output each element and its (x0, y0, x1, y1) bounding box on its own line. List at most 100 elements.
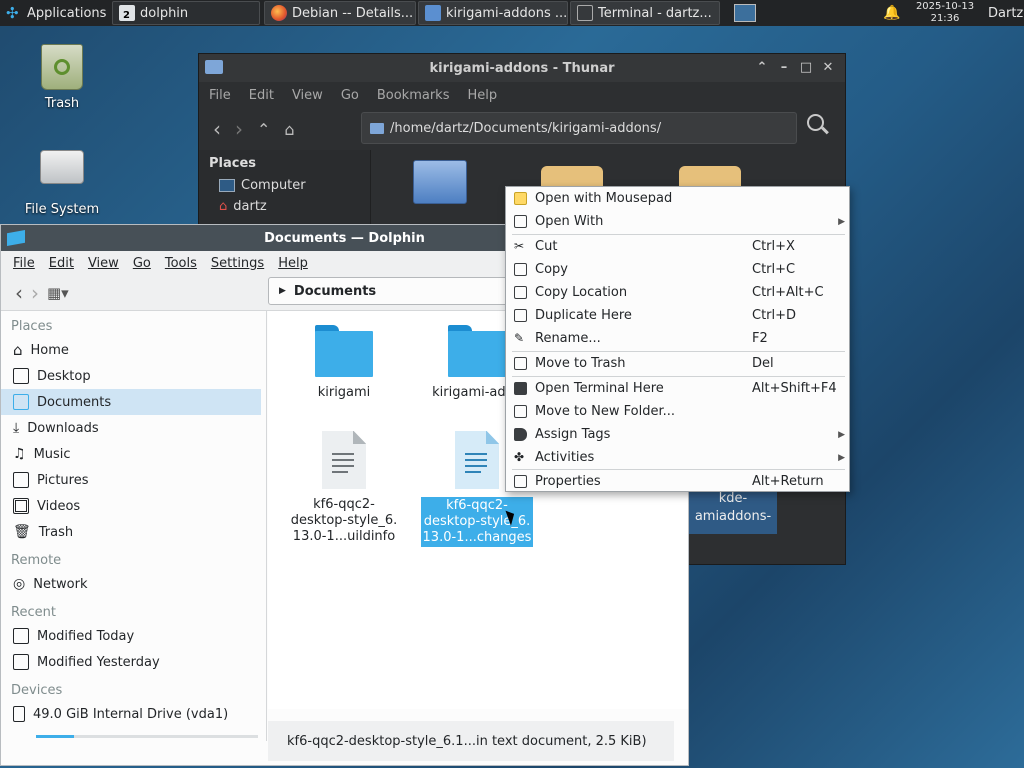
sidebar-label: 49.0 GiB Internal Drive (vda1) (33, 706, 229, 722)
task-dolphin[interactable]: 2 dolphin (112, 1, 260, 25)
thunar-location-bar[interactable]: /home/dartz/Documents/kirigami-addons/ (361, 112, 797, 144)
sidebar-item-downloads[interactable]: ⤓ Downloads (1, 415, 266, 441)
dolphin-menu-settings[interactable]: Settings (211, 256, 264, 271)
menu-item-move-to-trash[interactable]: Move to Trash Del (506, 352, 849, 375)
back-icon[interactable]: ‹ (15, 281, 23, 305)
menu-item-properties[interactable]: Properties Alt+Return (506, 470, 849, 493)
menu-item-move-to-new-folder[interactable]: Move to New Folder... (506, 400, 849, 423)
dolphin-menu-help[interactable]: Help (278, 256, 308, 271)
forward-icon[interactable]: › (31, 281, 39, 305)
thunar-menu-help[interactable]: Help (467, 88, 497, 103)
firefox-icon (271, 5, 287, 21)
dolphin-menu-edit[interactable]: Edit (49, 256, 74, 271)
task-terminal[interactable]: Terminal - dartz... (570, 1, 720, 25)
menu-item-copy[interactable]: Copy Ctrl+C (506, 258, 849, 281)
menu-item-duplicate-here[interactable]: Duplicate Here Ctrl+D (506, 304, 849, 327)
sidebar-label: Home (30, 342, 69, 358)
file-item-folder[interactable]: kirigami (288, 325, 400, 401)
sidebar-label: Pictures (37, 472, 89, 488)
sidebar-item-music[interactable]: ♫ Music (1, 441, 266, 467)
maximize-icon[interactable]: □ (795, 60, 817, 75)
sidebar-item-desktop[interactable]: Desktop (1, 363, 266, 389)
minimize-icon[interactable]: – (773, 60, 795, 75)
sidebar-item-pictures[interactable]: Pictures (1, 467, 266, 493)
desktop-icon (13, 368, 29, 384)
thunar-title: kirigami-addons - Thunar (429, 60, 615, 76)
calendar-icon (13, 654, 29, 670)
menu-shortcut: Alt+Return (752, 474, 824, 489)
sidebar-item-drive[interactable]: 49.0 GiB Internal Drive (vda1) (1, 701, 266, 727)
thunar-menu-go[interactable]: Go (341, 88, 359, 103)
thunar-place-computer[interactable]: Computer (199, 175, 370, 196)
mousepad-icon (514, 192, 527, 205)
menu-shortcut: Ctrl+Alt+C (752, 285, 824, 300)
dolphin-menu-tools[interactable]: Tools (165, 256, 197, 271)
thunar-titlebar[interactable]: kirigami-addons - Thunar ⌃ – □ ✕ (199, 54, 845, 82)
menu-item-cut[interactable]: ✂ Cut Ctrl+X (506, 235, 849, 258)
thunar-menu-file[interactable]: File (209, 88, 231, 103)
duplicate-icon (514, 309, 527, 322)
sidebar-item-modified-today[interactable]: Modified Today (1, 623, 266, 649)
workspace-switcher[interactable] (728, 1, 760, 25)
pencil-icon: ✎ (514, 331, 525, 345)
desktop-trash[interactable]: Trash (17, 44, 107, 111)
sidebar-item-network[interactable]: ◎ Network (1, 571, 266, 597)
tag-icon (514, 428, 527, 441)
dolphin-menu-go[interactable]: Go (133, 256, 151, 271)
task-firefox[interactable]: Debian -- Details... (264, 1, 416, 25)
home-icon[interactable]: ⌂ (284, 120, 294, 139)
menu-label: Move to Trash (535, 356, 626, 371)
thunar-menu-bookmarks[interactable]: Bookmarks (377, 88, 450, 103)
text-document-icon (455, 431, 499, 489)
menu-item-rename[interactable]: ✎ Rename... F2 (506, 327, 849, 350)
sidebar-label: Network (33, 576, 88, 592)
up-icon[interactable]: ⌃ (257, 120, 270, 139)
sidebar-item-videos[interactable]: Videos (1, 493, 266, 519)
menu-shortcut: Del (752, 356, 774, 371)
sidebar-label: Modified Today (37, 628, 135, 644)
task-label: Debian -- Details... (292, 5, 414, 21)
view-mode-icon[interactable]: ▦▾ (47, 284, 69, 302)
clock[interactable]: 2025-10-13 21:36 (905, 1, 985, 25)
breadcrumb-documents[interactable]: Documents (294, 284, 376, 299)
sidebar-item-modified-yesterday[interactable]: Modified Yesterday (1, 649, 266, 675)
menu-item-open-with[interactable]: Open With ▶ (506, 210, 849, 233)
menu-item-open-with-mousepad[interactable]: Open with Mousepad (506, 187, 849, 210)
home-icon: ⌂ (13, 341, 23, 359)
chevron-up-icon[interactable]: ⌃ (751, 60, 773, 75)
notifications-button[interactable]: 🔔 (877, 1, 903, 25)
computer-icon (219, 179, 235, 192)
copy-icon (514, 263, 527, 276)
menu-item-copy-location[interactable]: Copy Location Ctrl+Alt+C (506, 281, 849, 304)
file-item-document[interactable]: kf6-qqc2- desktop-style_6. 13.0-1...uild… (288, 431, 400, 545)
menu-item-activities[interactable]: ✤ Activities ▶ (506, 446, 849, 469)
task-thunar[interactable]: kirigami-addons ... (418, 1, 568, 25)
sidebar-item-home[interactable]: ⌂ Home (1, 337, 266, 363)
thunar-menu-view[interactable]: View (292, 88, 323, 103)
file-label-line: amiaddons- (694, 509, 772, 524)
desktop-filesystem[interactable]: File System (17, 150, 107, 217)
menu-label: Open with Mousepad (535, 191, 673, 206)
menu-shortcut: F2 (752, 331, 768, 346)
menu-label: Open With (535, 214, 604, 229)
thunar-window-controls: ⌃ – □ ✕ (751, 60, 839, 75)
activities-icon: ✤ (514, 450, 525, 464)
user-menu[interactable]: Dartz (982, 1, 1024, 25)
sidebar-item-documents[interactable]: Documents (1, 389, 261, 415)
thunar-menu-edit[interactable]: Edit (249, 88, 274, 103)
breadcrumb[interactable]: ▶ Documents (268, 277, 528, 305)
dolphin-menu-file[interactable]: File (13, 256, 35, 271)
menu-item-assign-tags[interactable]: Assign Tags ▶ (506, 423, 849, 446)
dolphin-menu-view[interactable]: View (88, 256, 119, 271)
sidebar-item-trash[interactable]: 🗑 Trash (1, 519, 266, 545)
back-icon[interactable]: ‹ (213, 117, 221, 141)
thunar-folder-item[interactable] (413, 160, 469, 208)
search-icon[interactable] (807, 114, 831, 138)
new-folder-icon (514, 405, 527, 418)
menu-item-open-terminal-here[interactable]: Open Terminal Here Alt+Shift+F4 (506, 377, 849, 400)
applications-menu-button[interactable]: ✣ Applications (0, 1, 110, 25)
forward-icon[interactable]: › (235, 117, 243, 141)
thunar-place-home[interactable]: ⌂ dartz (199, 196, 370, 217)
drive-usage-bar (36, 735, 258, 738)
close-icon[interactable]: ✕ (817, 60, 839, 75)
